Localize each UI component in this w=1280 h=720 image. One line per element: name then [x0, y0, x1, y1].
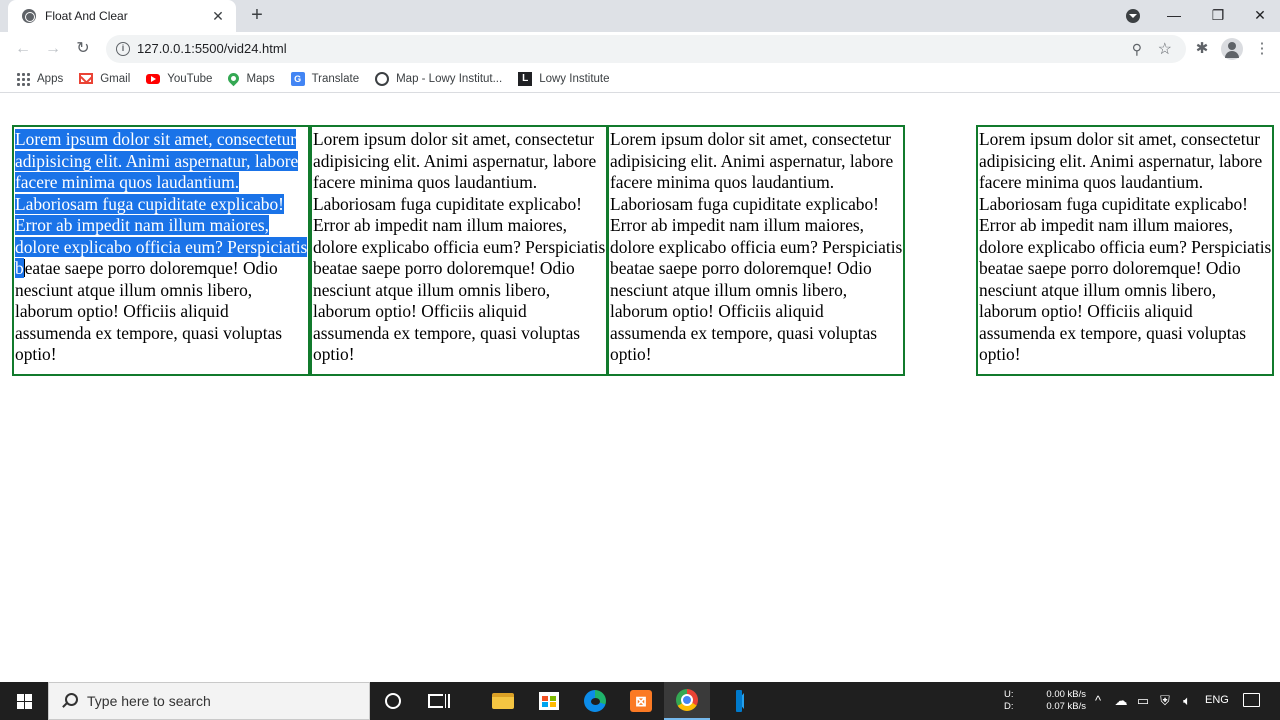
cortana-icon — [385, 693, 401, 709]
search-icon — [61, 693, 78, 709]
minimize-button[interactable]: — — [1152, 0, 1196, 30]
taskbar-search[interactable]: Type here to search — [48, 682, 370, 720]
forward-button[interactable]: → — [42, 38, 64, 60]
box-text-rest[interactable]: eatae saepe porro doloremque! Odio nesci… — [15, 258, 282, 364]
url-text[interactable]: 127.0.0.1:5500/vid24.html — [137, 41, 287, 56]
tray-chevron-icon[interactable]: ^ — [1089, 692, 1107, 710]
bookmark-label: Maps — [246, 72, 275, 85]
taskbar: Type here to search ⊠ U: 0.00 kB/s D: 0.… — [0, 682, 1280, 720]
tab-title: Float And Clear — [45, 9, 128, 23]
youtube-icon — [146, 73, 161, 84]
task-view-icon — [428, 694, 450, 708]
volume-icon[interactable]: 🔈︎ — [1178, 692, 1196, 710]
zoom-icon[interactable]: ⚲ — [1132, 41, 1142, 58]
restore-button[interactable]: ❐ — [1196, 0, 1240, 30]
apps-icon — [16, 71, 30, 86]
cloud-icon[interactable]: ☁ — [1112, 692, 1130, 710]
tab-close-icon[interactable]: ✕ — [210, 8, 226, 25]
lowy-icon: L — [518, 71, 533, 86]
windows-logo-icon — [17, 694, 32, 709]
download-label: D: — [1004, 701, 1014, 712]
upload-speed: 0.00 kB/s — [1046, 689, 1086, 700]
file-explorer-button[interactable] — [480, 682, 526, 720]
close-window-button[interactable]: ✕ — [1238, 0, 1280, 30]
tab-strip: Float And Clear ✕ + — ❐ ✕ — [0, 0, 1280, 32]
xampp-icon: ⊠ — [630, 690, 652, 712]
bookmark-lowy-map[interactable]: Map - Lowy Institut... — [375, 71, 503, 86]
start-button[interactable] — [0, 682, 48, 720]
vscode-button[interactable] — [710, 682, 756, 720]
float-box-3: Lorem ipsum dolor sit amet, consectetur … — [607, 125, 905, 376]
edge-button[interactable] — [572, 682, 618, 720]
vscode-icon — [722, 690, 744, 712]
bookmark-label: Apps — [37, 72, 64, 85]
lowy-map-icon — [375, 71, 390, 86]
selected-text[interactable]: Lorem ipsum dolor sit amet, consectetur … — [15, 129, 308, 278]
bookmark-lowy-institute[interactable]: L Lowy Institute — [518, 71, 610, 86]
box-text[interactable]: Lorem ipsum dolor sit amet, consectetur … — [610, 129, 902, 364]
info-icon[interactable]: i — [116, 42, 130, 56]
edge-icon — [584, 690, 606, 712]
address-bar[interactable]: i 127.0.0.1:5500/vid24.html ⚲ ☆ — [106, 35, 1186, 63]
box-text[interactable]: Lorem ipsum dolor sit amet, consectetur … — [979, 129, 1271, 364]
profile-avatar[interactable] — [1221, 38, 1243, 60]
bookmark-label: Map - Lowy Institut... — [396, 72, 503, 85]
box-text[interactable]: Lorem ipsum dolor sit amet, consectetur … — [313, 129, 605, 364]
search-placeholder: Type here to search — [87, 693, 211, 709]
menu-icon[interactable]: ⋮ — [1251, 38, 1273, 60]
bookmark-label: Lowy Institute — [539, 72, 610, 85]
browser-toolbar: ← → ↻ i 127.0.0.1:5500/vid24.html ⚲ ☆ ✱ … — [0, 32, 1280, 65]
chrome-button[interactable] — [664, 682, 710, 720]
task-view-button[interactable] — [414, 682, 460, 720]
reload-button[interactable]: ↻ — [72, 38, 94, 60]
cortana-button[interactable] — [370, 682, 416, 720]
new-tab-button[interactable]: + — [246, 4, 268, 26]
bookmark-label: Gmail — [100, 72, 131, 85]
security-icon[interactable]: ⛨ — [1156, 692, 1174, 710]
back-button[interactable]: ← — [12, 38, 34, 60]
float-box-4: Lorem ipsum dolor sit amet, consectetur … — [976, 125, 1274, 376]
bookmark-star-icon[interactable]: ☆ — [1158, 39, 1172, 59]
globe-icon — [22, 9, 36, 23]
bookmark-label: Translate — [311, 72, 360, 85]
xampp-button[interactable]: ⊠ — [618, 682, 664, 720]
network-icon[interactable]: ▭ — [1134, 692, 1152, 710]
bookmark-maps[interactable]: Maps — [226, 70, 275, 87]
browser-tab[interactable]: Float And Clear ✕ — [8, 0, 236, 32]
translate-icon: G — [290, 71, 305, 86]
language-indicator[interactable]: ENG — [1205, 694, 1229, 706]
download-speed: 0.07 kB/s — [1046, 701, 1086, 712]
upload-label: U: — [1004, 689, 1014, 700]
store-button[interactable] — [526, 682, 572, 720]
file-explorer-icon — [492, 693, 514, 709]
float-box-1: Lorem ipsum dolor sit amet, consectetur … — [12, 125, 310, 376]
bookmark-apps[interactable]: Apps — [16, 71, 64, 86]
bookmark-youtube[interactable]: YouTube — [146, 73, 212, 85]
bookmark-label: YouTube — [167, 72, 213, 85]
float-box-2: Lorem ipsum dolor sit amet, consectetur … — [310, 125, 608, 376]
chrome-icon — [676, 689, 698, 711]
store-icon — [539, 692, 559, 710]
bookmark-translate[interactable]: G Translate — [290, 71, 360, 86]
notifications-icon[interactable] — [1243, 693, 1260, 707]
gmail-icon — [79, 73, 94, 84]
bookmarks-bar: Apps Gmail YouTube Maps G Translate Map -… — [0, 65, 1280, 93]
tab-search-icon[interactable] — [1126, 9, 1140, 23]
maps-icon — [226, 70, 242, 87]
bookmark-gmail[interactable]: Gmail — [79, 73, 130, 85]
extensions-icon[interactable]: ✱ — [1191, 38, 1213, 60]
page-content: Lorem ipsum dolor sit amet, consectetur … — [0, 94, 1280, 682]
